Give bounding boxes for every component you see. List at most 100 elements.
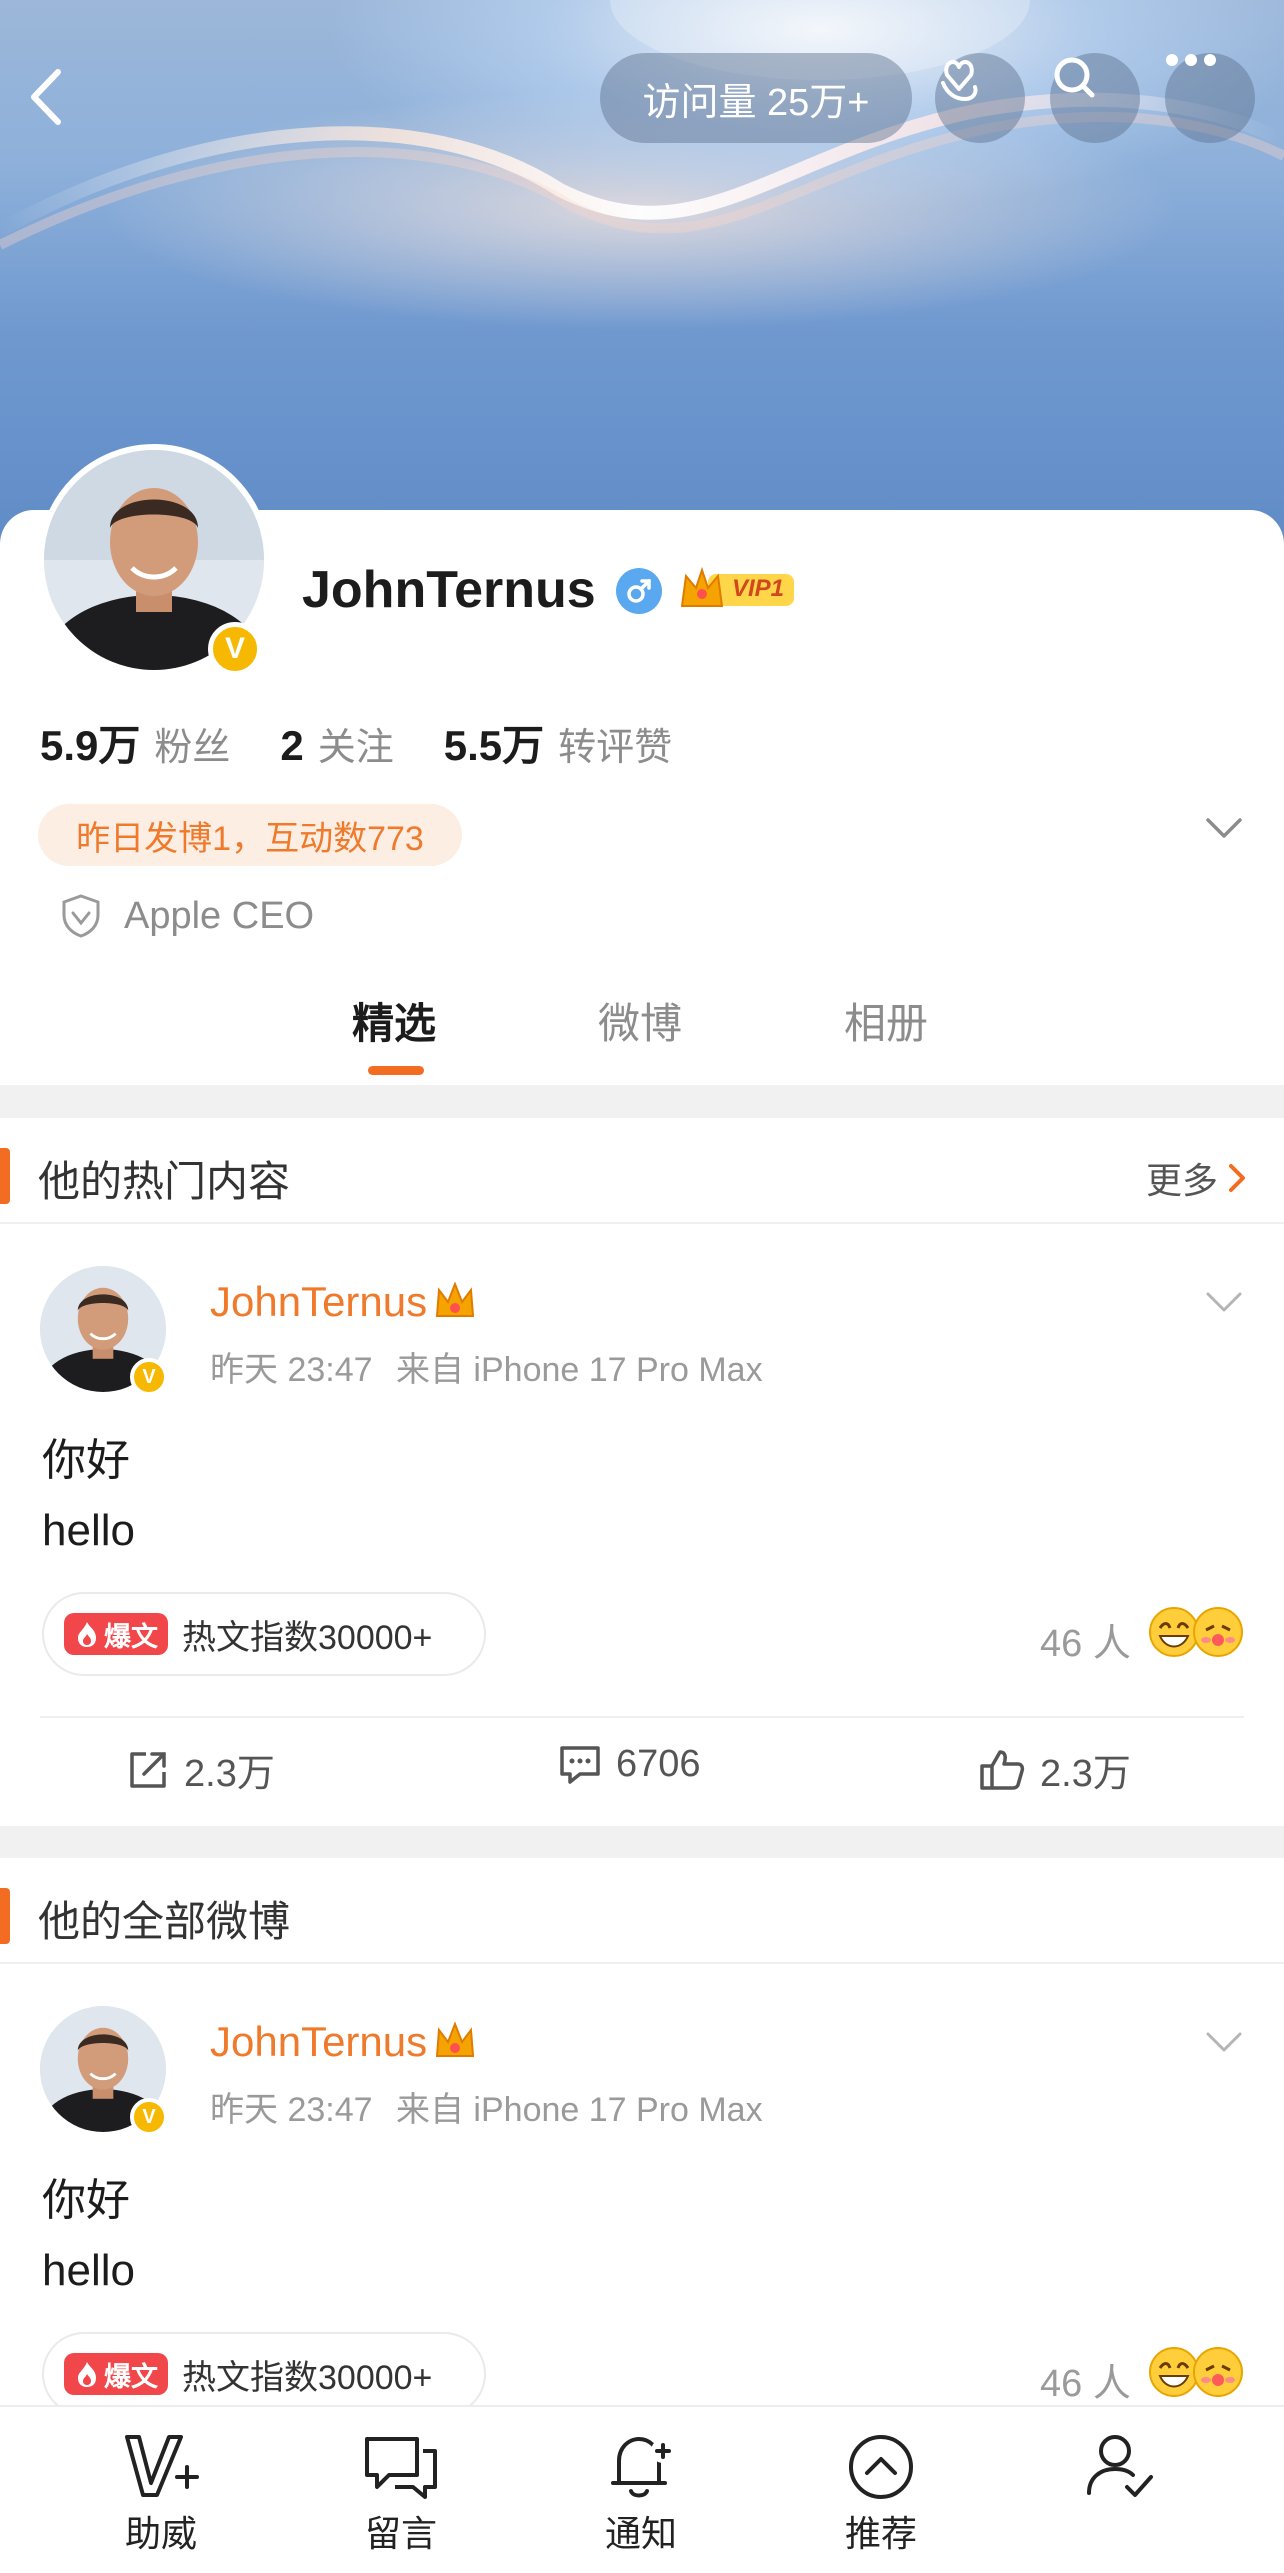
hot-tag: 爆文 xyxy=(64,1613,168,1655)
user-check-icon xyxy=(1087,2435,1153,2497)
vip-badge[interactable]: VIP1 xyxy=(678,566,796,612)
section-divider xyxy=(0,1085,1284,1118)
post-author-name: JohnTernus xyxy=(210,2018,428,2065)
post-text-line: 你好 xyxy=(42,2176,130,2225)
post-author-name: JohnTernus xyxy=(210,1278,428,1325)
post-author[interactable]: JohnTernus xyxy=(210,1278,477,1326)
repost-button[interactable]: 2.3万 xyxy=(126,1742,275,1797)
more-button[interactable] xyxy=(1165,53,1255,143)
crown-icon xyxy=(436,1282,475,1317)
chevron-down-icon xyxy=(1206,2032,1242,2052)
nav-label: 助威 xyxy=(124,2513,197,2554)
hot-index-text: 热文指数30000+ xyxy=(182,1618,433,1657)
hot-index-pill[interactable]: 爆文 热文指数30000+ xyxy=(42,1592,486,1676)
nav-follow[interactable] xyxy=(1051,2431,1191,2505)
engagement-label[interactable]: 转评赞 xyxy=(558,716,672,771)
nav-recommend[interactable]: 推荐 xyxy=(811,2431,951,2557)
bottom-navigation: 助威 留言 通知 推荐 xyxy=(0,2405,1284,2573)
followers-label[interactable]: 粉丝 xyxy=(154,716,230,771)
vip-label: VIP1 xyxy=(732,575,785,602)
more-link[interactable]: 更多 xyxy=(1146,1152,1248,1204)
section-divider xyxy=(0,1826,1284,1858)
post-text-line: hello xyxy=(42,1506,135,1555)
profile-tabs: 精选 微博 相册 xyxy=(0,990,1284,1085)
activity-summary-pill[interactable]: 昨日发博1，互动数773 xyxy=(38,804,462,866)
post-author[interactable]: JohnTernus xyxy=(210,2018,477,2066)
like-count: 2.3万 xyxy=(1040,1753,1131,1795)
tab-weibo[interactable]: 微博 xyxy=(598,990,682,1051)
post-body: 你好 hello xyxy=(42,2166,135,2306)
post-source: 来自 iPhone 17 Pro Max xyxy=(395,1351,763,1389)
nav-label: 留言 xyxy=(364,2513,437,2554)
post-action-bar: 2.3万 6706 2.3万 xyxy=(40,1716,1244,1822)
following-count[interactable]: 2 xyxy=(280,722,303,770)
repost-icon xyxy=(130,1751,166,1788)
back-arrow-icon xyxy=(31,69,61,125)
post-time: 昨天 23:47 xyxy=(210,1351,373,1389)
chevron-down-icon xyxy=(1206,1292,1242,1312)
weibo-post-card[interactable]: V JohnTernus 昨天 23:47 来自 iPhone 17 Pro M… xyxy=(0,1966,1284,2416)
all-weibo-title: 他的全部微博 xyxy=(38,1898,291,1945)
more-label: 更多 xyxy=(1145,1160,1218,1201)
bell-plus-icon xyxy=(611,2437,675,2498)
bio-text: Apple CEO xyxy=(124,894,315,937)
visit-count-pill[interactable]: 访问量 25万+ xyxy=(600,53,912,143)
shield-verified-icon xyxy=(62,894,100,938)
thumbs-up-icon xyxy=(980,1749,1025,1790)
activity-summary-text: 昨日发博1，互动数773 xyxy=(76,819,424,858)
nav-notify[interactable]: 通知 xyxy=(571,2431,711,2557)
all-weibo-header: 他的全部微博 xyxy=(0,1858,1284,1964)
active-tab-indicator xyxy=(368,1066,424,1075)
hot-post-card[interactable]: V JohnTernus 昨天 23:47 来自 iPhone 17 Pro M… xyxy=(0,1226,1284,1826)
hot-index-pill[interactable]: 爆文 热文指数30000+ xyxy=(42,2332,486,2416)
nav-label: 推荐 xyxy=(844,2513,917,2554)
bio-row: Apple CEO xyxy=(60,893,314,939)
reaction-emoji-icon xyxy=(1149,1607,1243,1657)
profile-name: JohnTernus xyxy=(302,561,596,619)
comment-button[interactable]: 6706 xyxy=(558,1742,701,1786)
top-bar: 访问量 25万+ xyxy=(0,50,1284,150)
reaction-emoji-icon xyxy=(1149,2347,1243,2397)
post-time: 昨天 23:47 xyxy=(210,2091,373,2129)
section-accent-bar xyxy=(0,1148,10,1204)
tab-album[interactable]: 相册 xyxy=(844,990,928,1051)
nav-cheer[interactable]: 助威 xyxy=(91,2431,231,2557)
like-button[interactable]: 2.3万 xyxy=(978,1742,1131,1797)
search-button[interactable] xyxy=(1050,53,1140,143)
following-label[interactable]: 关注 xyxy=(318,716,394,771)
post-options-button[interactable] xyxy=(1204,1290,1244,1319)
hot-tag: 爆文 xyxy=(64,2353,168,2395)
verified-badge-icon: V xyxy=(208,622,262,676)
comment-count: 6706 xyxy=(616,1742,701,1785)
visit-count-label: 访问量 25万+ xyxy=(642,81,870,124)
hot-tag-label: 爆文 xyxy=(104,1621,158,1652)
reacted-people-count: 46 人 xyxy=(1040,2363,1131,2405)
repost-count: 2.3万 xyxy=(184,1753,275,1795)
hot-content-header: 他的热门内容 更多 xyxy=(0,1118,1284,1224)
verified-badge-icon: V xyxy=(130,1358,168,1396)
profile-stats: 5.9万 粉丝 2 关注 5.5万 转评赞 xyxy=(40,712,722,773)
back-button[interactable] xyxy=(28,68,80,130)
flame-icon xyxy=(78,2362,96,2387)
post-meta: 昨天 23:47 来自 iPhone 17 Pro Max xyxy=(210,1342,763,1391)
nav-label: 通知 xyxy=(604,2513,677,2554)
chevron-up-circle-icon xyxy=(849,2435,913,2499)
chevron-right-icon xyxy=(1229,1164,1245,1192)
section-accent-bar xyxy=(0,1888,10,1944)
post-meta: 昨天 23:47 来自 iPhone 17 Pro Max xyxy=(210,2082,763,2131)
followers-count[interactable]: 5.9万 xyxy=(40,712,140,773)
nav-message[interactable]: 留言 xyxy=(331,2431,471,2557)
tab-featured[interactable]: 精选 xyxy=(352,990,436,1051)
flame-icon xyxy=(78,1622,96,1647)
post-body: 你好 hello xyxy=(42,1426,135,1566)
engagement-count[interactable]: 5.5万 xyxy=(444,712,544,773)
chevron-down-icon xyxy=(1206,818,1242,838)
message-icon xyxy=(365,2437,437,2499)
cheer-v-icon xyxy=(125,2435,199,2497)
profile-expand-button[interactable] xyxy=(1204,816,1244,845)
verified-badge-icon: V xyxy=(130,2098,168,2136)
cheer-button[interactable] xyxy=(935,53,1025,143)
hot-index-text: 热文指数30000+ xyxy=(182,2358,433,2397)
search-icon xyxy=(1054,57,1095,98)
post-options-button[interactable] xyxy=(1204,2030,1244,2059)
